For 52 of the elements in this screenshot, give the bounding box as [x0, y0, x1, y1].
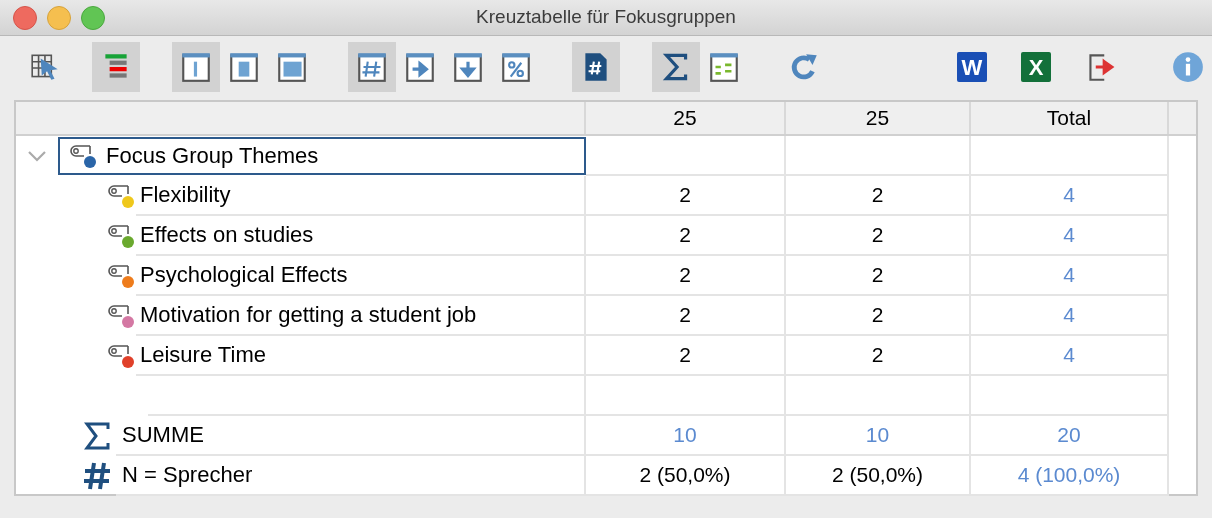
table-cell-text: 2 — [679, 301, 691, 328]
table-cell-text: 10 — [673, 421, 697, 448]
window-title: Kreuztabelle für Fokusgruppen — [476, 5, 736, 30]
table-cell-text: 2 — [871, 221, 884, 248]
table-cell-text: 2 — [679, 181, 691, 208]
down-arrow-icon — [451, 50, 485, 84]
table-cell-text: 2 — [679, 341, 691, 368]
table-cell-text: 2 — [871, 181, 884, 208]
narrow-column-icon — [179, 50, 213, 84]
table-cell-text: 20 — [1057, 421, 1081, 448]
table-cell-text: 2 — [679, 221, 691, 248]
table-cell-text: 2 (50,0%) — [831, 461, 923, 488]
code-label: Focus Group Themes — [106, 142, 319, 170]
dashed-list-icon — [707, 50, 741, 84]
table-cell-text: 4 (100,0%) — [1017, 461, 1121, 488]
column-header[interactable]: 25 — [865, 102, 890, 134]
column-header[interactable]: Total — [1046, 102, 1092, 134]
hash-icon — [83, 460, 111, 491]
table-cell-text: 4 — [1063, 341, 1075, 368]
toolbar-button[interactable] — [572, 42, 620, 92]
table-cell-text: 2 — [679, 261, 691, 288]
row-label: N = Sprecher — [122, 461, 253, 489]
wide-column-icon — [275, 50, 309, 84]
column-header[interactable]: 25 — [673, 102, 697, 134]
medium-column-icon — [227, 50, 261, 84]
percent-icon — [499, 50, 533, 84]
table-cell-text: 2 (50,0%) — [639, 461, 731, 488]
table-cell-text: 10 — [865, 421, 890, 448]
toolbar-button[interactable] — [172, 42, 220, 92]
table-cell-text: 2 — [871, 261, 884, 288]
table-cell-text: 2 — [871, 341, 884, 368]
hash-icon — [355, 50, 389, 84]
tree-row[interactable]: Focus Group Themes — [58, 136, 586, 175]
code-label: Flexibility — [140, 181, 231, 209]
right-arrow-icon — [403, 50, 437, 84]
toolbar-button[interactable]: X — [1012, 42, 1060, 92]
toolbar-button[interactable] — [652, 42, 700, 92]
table-cell-text: 4 — [1063, 181, 1075, 208]
toolbar-button[interactable]: W — [948, 42, 996, 92]
row-label: SUMME — [122, 421, 204, 449]
close-button[interactable] — [13, 5, 37, 30]
info-icon — [1171, 50, 1205, 84]
table-cell-text: 4 — [1063, 261, 1075, 288]
code-label: Leisure Time — [140, 341, 266, 369]
code-label: Effects on studies — [140, 221, 314, 249]
table-cell-text: 2 — [871, 301, 884, 328]
table-cell-text: 4 — [1063, 301, 1075, 328]
code-label: Psychological Effects — [140, 261, 348, 289]
toolbar-button[interactable] — [348, 42, 396, 92]
code-label: Motivation for getting a student job — [140, 301, 477, 329]
table-cell-text: 4 — [1063, 221, 1075, 248]
sigma-icon — [84, 421, 110, 450]
